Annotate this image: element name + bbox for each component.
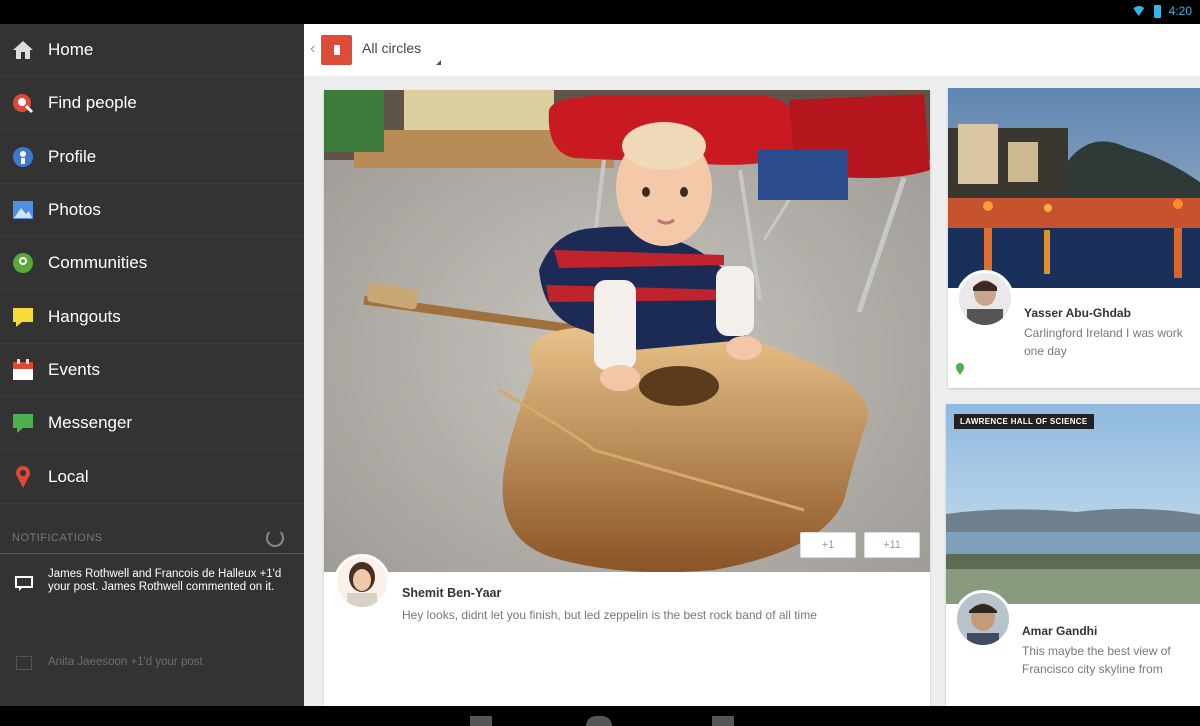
post-author[interactable]: Amar Gandhi xyxy=(1022,624,1097,638)
notifications-header: NOTIFICATIONS xyxy=(0,524,304,554)
status-bar: 4:20 xyxy=(0,0,1200,24)
events-icon xyxy=(11,359,35,381)
nav-label-find-people: Find people xyxy=(48,93,137,112)
nav-label-profile: Profile xyxy=(48,147,97,166)
battery-icon xyxy=(1153,4,1161,18)
wifi-icon xyxy=(1131,6,1146,16)
nav-label-messenger: Messenger xyxy=(48,413,133,432)
nav-label-photos: Photos xyxy=(48,200,101,219)
messenger-icon xyxy=(11,412,35,434)
google-plus-logo[interactable] xyxy=(321,35,352,65)
location-pin-icon xyxy=(956,363,964,375)
find-people-icon xyxy=(11,92,35,114)
post-card[interactable]: +1 +11 Shemit Ben-Yaar Hey looks, didnt … xyxy=(324,90,930,706)
photos-icon xyxy=(11,199,35,221)
back-chevron-icon[interactable]: ‹ xyxy=(310,40,315,58)
notification-item[interactable]: James Rothwell and Francois de Halleux +… xyxy=(0,568,304,594)
notifications-label: NOTIFICATIONS xyxy=(12,532,103,544)
nav-item-home[interactable]: Home xyxy=(0,24,304,77)
post-card[interactable]: LAWRENCE HALL OF SCIENCE Amar Gandhi Thi… xyxy=(946,404,1200,706)
nav-item-events[interactable]: Events xyxy=(0,344,304,397)
plus-one-icon xyxy=(16,656,32,670)
dropdown-caret-icon[interactable] xyxy=(436,60,441,65)
clock: 4:20 xyxy=(1168,4,1192,18)
nav-item-messenger[interactable]: Messenger xyxy=(0,397,304,450)
share-button[interactable]: +11 xyxy=(864,532,920,558)
notification-text: Anita Jaeesoon +1'd your post xyxy=(48,656,203,668)
post-text: This maybe the best view of Francisco ci… xyxy=(1022,644,1171,676)
nav-item-communities[interactable]: Communities xyxy=(0,237,304,290)
post-photo[interactable] xyxy=(948,88,1200,288)
comment-icon xyxy=(15,576,33,591)
nav-label-local: Local xyxy=(48,467,89,486)
hangouts-icon xyxy=(11,306,35,328)
post-author[interactable]: Yasser Abu-Ghdab xyxy=(1024,306,1131,320)
profile-icon xyxy=(11,146,35,168)
circle-selector[interactable]: All circles xyxy=(362,40,421,56)
post-text: Hey looks, didnt let you finish, but led… xyxy=(402,608,817,622)
notification-item[interactable]: Anita Jaeesoon +1'd your post xyxy=(0,656,304,670)
nav-item-find-people[interactable]: Find people xyxy=(0,77,304,130)
nav-label-communities: Communities xyxy=(48,253,148,272)
refresh-icon[interactable] xyxy=(266,529,284,547)
system-nav-bar xyxy=(0,706,1200,726)
recents-button[interactable] xyxy=(712,716,734,726)
location-tag[interactable]: LAWRENCE HALL OF SCIENCE xyxy=(954,414,1094,429)
nav-label-events: Events xyxy=(48,360,100,379)
home-icon xyxy=(11,39,35,61)
home-button[interactable] xyxy=(586,716,612,726)
avatar[interactable] xyxy=(956,270,1014,328)
post-author[interactable]: Shemit Ben-Yaar xyxy=(402,586,501,600)
action-bar: ‹ All circles xyxy=(304,24,1200,76)
local-icon xyxy=(11,466,35,488)
nav-item-photos[interactable]: Photos xyxy=(0,184,304,237)
nav-label-hangouts: Hangouts xyxy=(48,307,121,326)
nav-label-home: Home xyxy=(48,40,94,59)
plus-one-button[interactable]: +1 xyxy=(800,532,856,558)
nav-item-local[interactable]: Local xyxy=(0,451,304,504)
nav-item-profile[interactable]: Profile xyxy=(0,131,304,184)
back-button[interactable] xyxy=(470,716,492,726)
navigation-drawer: Home Find people Profile Photos Communit… xyxy=(0,24,304,706)
post-card[interactable]: Yasser Abu-Ghdab Carlingford Ireland I w… xyxy=(948,88,1200,388)
location-tag-label: LAWRENCE HALL OF SCIENCE xyxy=(960,417,1088,426)
avatar[interactable] xyxy=(334,554,390,610)
notification-text: James Rothwell and Francois de Halleux +… xyxy=(48,568,282,593)
post-text: Carlingford Ireland I was work one day xyxy=(1024,326,1183,358)
nav-item-hangouts[interactable]: Hangouts xyxy=(0,291,304,344)
post-photo[interactable]: LAWRENCE HALL OF SCIENCE xyxy=(946,404,1200,604)
stream-panel: ‹ All circles +1 +11 Shemit Ben-Yaar Hey… xyxy=(304,24,1200,706)
communities-icon xyxy=(11,252,35,274)
post-photo[interactable]: +1 +11 xyxy=(324,90,930,572)
avatar[interactable] xyxy=(954,590,1012,648)
